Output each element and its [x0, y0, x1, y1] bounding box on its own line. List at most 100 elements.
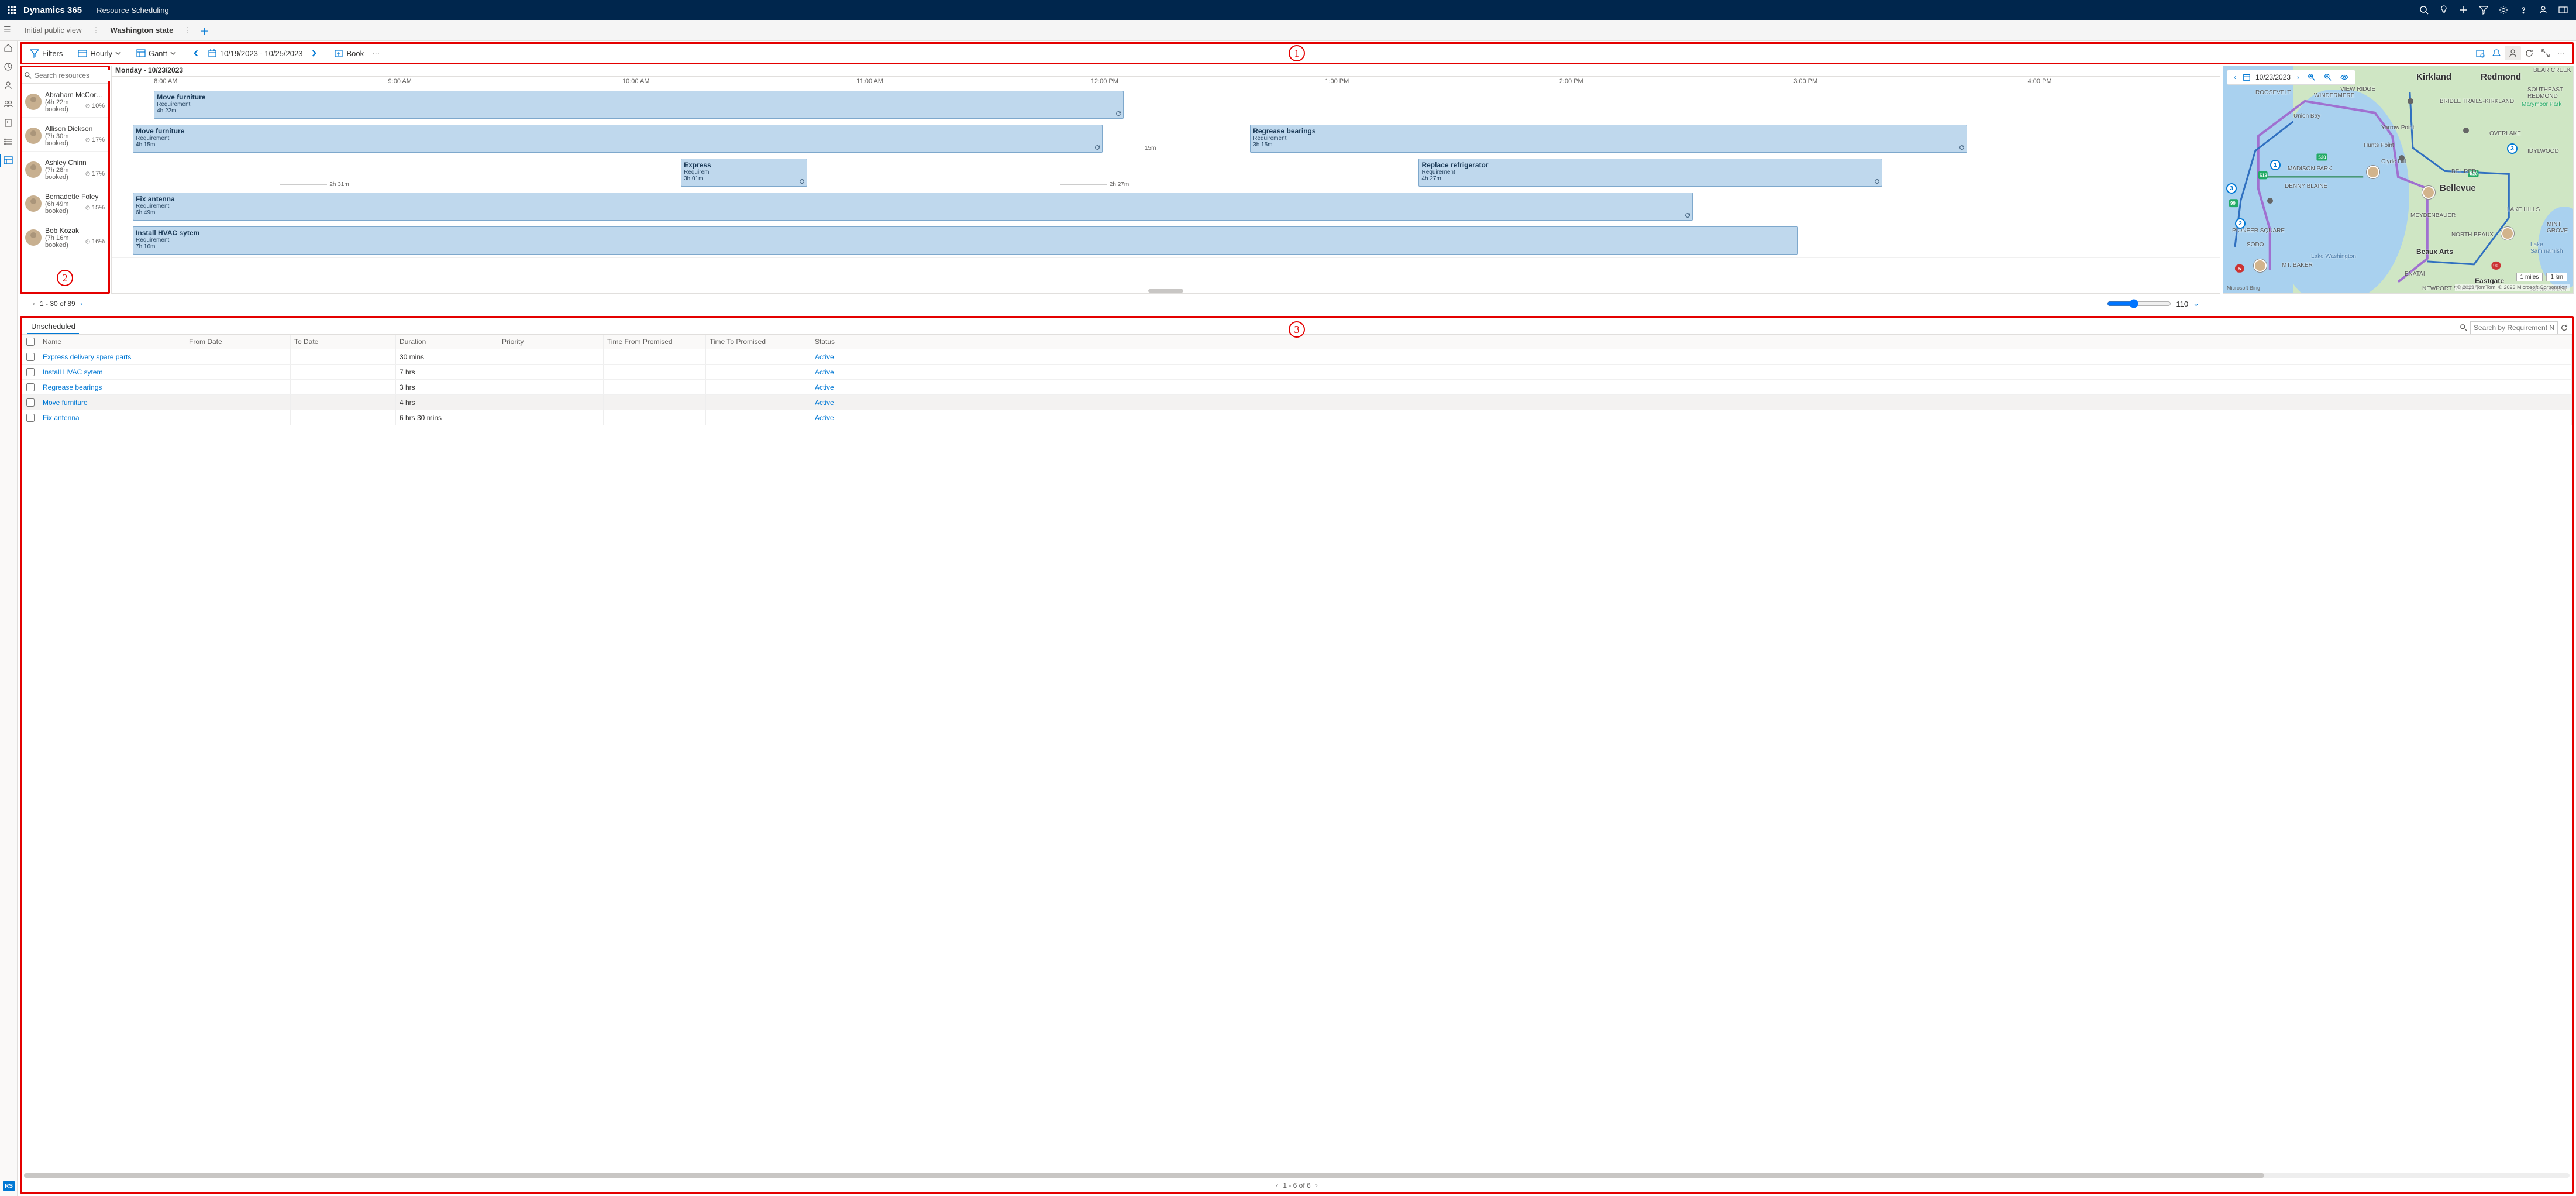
date-range-button[interactable]: 10/19/2023 - 10/25/2023 [203, 46, 308, 60]
map-avatar[interactable] [2254, 259, 2267, 272]
requirement-row[interactable]: Express delivery spare parts 30 mins Act… [22, 349, 2572, 365]
requirement-row[interactable]: Install HVAC sytem 7 hrs Active [22, 365, 2572, 380]
resource-row[interactable]: Allison Dickson (7h 30m booked) 17% [22, 118, 108, 152]
col-prio[interactable]: Priority [498, 335, 604, 349]
gear-icon[interactable] [2499, 5, 2508, 15]
rs-badge[interactable]: RS [3, 1181, 15, 1191]
assistant-icon[interactable] [2539, 5, 2548, 15]
requirement-row[interactable]: Regrease bearings 3 hrs Active [22, 380, 2572, 395]
col-to[interactable]: To Date [291, 335, 396, 349]
date-next-button[interactable] [307, 47, 321, 59]
booking-block[interactable]: Replace refrigerator Requirement 4h 27m [1418, 159, 1882, 187]
requirement-link[interactable]: Move furniture [43, 398, 88, 407]
hamburger-icon[interactable]: ☰ [4, 25, 11, 35]
gantt-row[interactable]: 22mMove furniture Requirement 4h 22m [112, 88, 2220, 122]
gantt-horizontal-scrollbar[interactable] [112, 288, 2220, 293]
pager-next-button[interactable]: › [80, 300, 82, 308]
booking-block[interactable]: Fix antenna Requirement 6h 49m [133, 193, 1693, 221]
zoom-dropdown-icon[interactable]: ⌄ [2193, 299, 2199, 308]
grid-pager-prev[interactable]: ‹ [1276, 1181, 1278, 1190]
col-status[interactable]: Status [811, 335, 2572, 349]
nav-list-icon[interactable] [4, 137, 14, 147]
map-avatar[interactable] [2367, 166, 2379, 178]
requirement-link[interactable]: Install HVAC sytem [43, 368, 102, 376]
tb-right-icon-1[interactable] [2472, 46, 2488, 60]
view-tab-initial[interactable]: Initial public view [18, 22, 89, 38]
map-pin-2[interactable]: 2 [2235, 218, 2246, 229]
grid-select-all[interactable] [26, 338, 35, 346]
map-pin-1[interactable]: 1 [2270, 160, 2281, 170]
resource-row[interactable]: Abraham McCormick (4h 22m booked) 10% [22, 84, 108, 118]
map-date-next[interactable]: › [2295, 73, 2301, 81]
status-link[interactable]: Active [815, 368, 834, 376]
booking-block[interactable]: Install HVAC sytem Requirement 7h 16m [133, 226, 1798, 255]
add-view-button[interactable]: ＋ [195, 23, 213, 37]
map-pin-3[interactable]: 3 [2226, 183, 2237, 194]
tb-more-icon[interactable]: ⋯ [2554, 46, 2568, 60]
map-zoom-in-icon[interactable] [2306, 73, 2317, 81]
grid-horizontal-scrollbar[interactable] [22, 1172, 2572, 1179]
nav-home-icon[interactable] [4, 43, 14, 54]
book-button[interactable]: Book [329, 46, 369, 60]
filter-icon[interactable] [2479, 5, 2488, 15]
requirement-row[interactable]: Fix antenna 6 hrs 30 mins Active [22, 410, 2572, 425]
row-checkbox[interactable] [26, 383, 35, 391]
booking-block[interactable]: Express Requirem 3h 01m [681, 159, 807, 187]
requirement-link[interactable]: Express delivery spare parts [43, 353, 131, 361]
booking-block[interactable]: Move furniture Requirement 4h 15m [133, 125, 1103, 153]
tb-expand-icon[interactable] [2537, 46, 2554, 60]
toolbar-more-button[interactable]: ⋯ [369, 46, 383, 60]
plus-icon[interactable] [2459, 5, 2468, 15]
col-dur[interactable]: Duration [396, 335, 498, 349]
status-link[interactable]: Active [815, 383, 834, 391]
zoom-slider[interactable] [2107, 299, 2171, 308]
booking-block[interactable]: Move furniture Requirement 4h 22m [154, 91, 1124, 119]
lightbulb-icon[interactable] [2439, 5, 2448, 15]
tab-unscheduled[interactable]: Unscheduled [27, 319, 79, 334]
requirement-row[interactable]: Move furniture 4 hrs Active [22, 395, 2572, 410]
col-tfp[interactable]: Time From Promised [604, 335, 706, 349]
col-name[interactable]: Name [39, 335, 185, 349]
app-launcher-icon[interactable] [5, 3, 19, 17]
date-prev-button[interactable] [189, 47, 203, 59]
nav-person-icon[interactable] [4, 81, 14, 91]
map-date-prev[interactable]: ‹ [2232, 73, 2238, 81]
view-tab-washington[interactable]: Washington state [104, 22, 181, 38]
status-link[interactable]: Active [815, 353, 834, 361]
filters-button[interactable]: Filters [25, 46, 67, 60]
gantt-row[interactable]: 19mFix antenna Requirement 6h 49m [112, 190, 2220, 224]
map-pin-3b[interactable]: 3 [2507, 143, 2518, 154]
map-avatar[interactable] [2422, 186, 2435, 199]
nav-people-icon[interactable] [4, 99, 14, 110]
requirement-link[interactable]: Fix antenna [43, 414, 80, 422]
tb-agent-icon[interactable] [2505, 46, 2521, 60]
requirement-link[interactable]: Regrease bearings [43, 383, 102, 391]
requirements-refresh-icon[interactable] [2560, 324, 2568, 332]
resource-row[interactable]: Bernadette Foley (6h 49m booked) 15% [22, 185, 108, 219]
row-checkbox[interactable] [26, 398, 35, 407]
pager-prev-button[interactable]: ‹ [33, 300, 35, 308]
timescale-dropdown[interactable]: Hourly [73, 46, 126, 60]
gantt-row[interactable]: 2h 31m2h 27mExpress Requirem 3h 01m Repl… [112, 156, 2220, 190]
nav-schedule-board-icon[interactable] [4, 156, 14, 166]
tb-bell-icon[interactable] [2488, 46, 2505, 60]
gantt-chart[interactable]: Monday - 10/23/2023 8:00 AM9:00 AM10:00 … [111, 66, 2220, 294]
nav-building-icon[interactable] [4, 118, 14, 129]
resource-row[interactable]: Ashley Chinn (7h 28m booked) 17% [22, 152, 108, 185]
row-checkbox[interactable] [26, 414, 35, 422]
col-from[interactable]: From Date [185, 335, 291, 349]
row-checkbox[interactable] [26, 368, 35, 376]
help-icon[interactable] [2519, 5, 2528, 15]
row-checkbox[interactable] [26, 353, 35, 361]
col-ttp[interactable]: Time To Promised [706, 335, 811, 349]
gantt-row[interactable]: 16mInstall HVAC sytem Requirement 7h 16m [112, 224, 2220, 258]
grid-pager-next[interactable]: › [1315, 1181, 1318, 1190]
search-icon[interactable] [2419, 5, 2429, 15]
map-avatar[interactable] [2501, 227, 2514, 240]
map-zoom-out-icon[interactable] [2322, 73, 2334, 81]
nav-recent-icon[interactable] [4, 62, 14, 73]
resource-row[interactable]: Bob Kozak (7h 16m booked) 16% [22, 219, 108, 253]
requirements-search-input[interactable] [2470, 321, 2558, 334]
map-visibility-icon[interactable] [2339, 73, 2350, 81]
tb-refresh-icon[interactable] [2521, 46, 2537, 60]
